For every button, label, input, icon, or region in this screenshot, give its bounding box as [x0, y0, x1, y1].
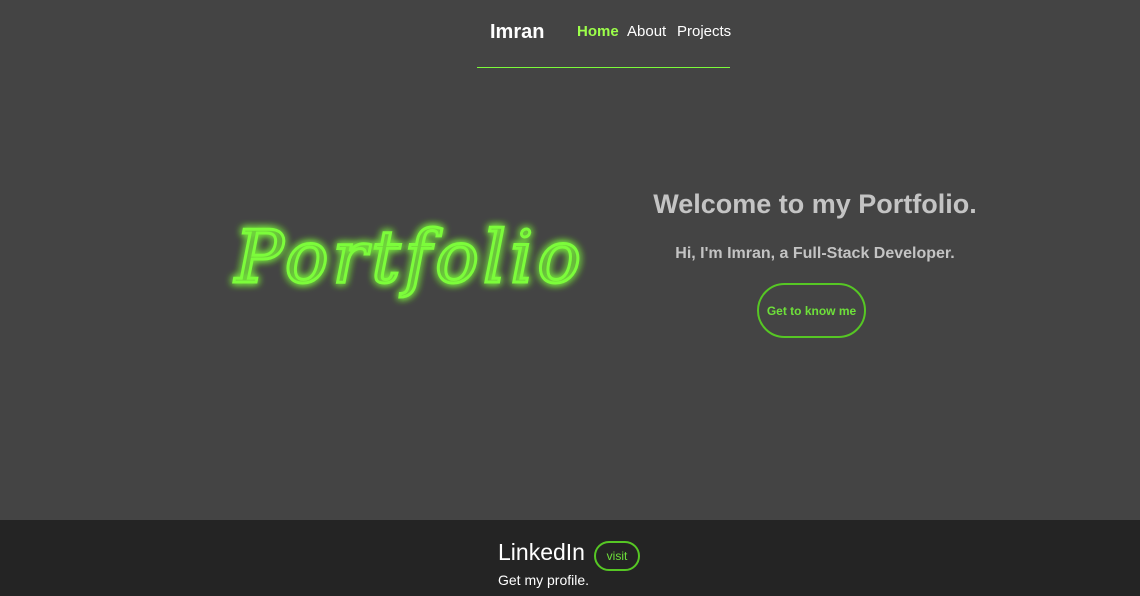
- get-to-know-me-button[interactable]: Get to know me: [757, 283, 866, 338]
- hero-subtitle: Hi, I'm Imran, a Full-Stack Developer.: [675, 245, 955, 262]
- portfolio-logo-graphic: Portfolio: [210, 214, 616, 301]
- linkedin-description: Get my profile.: [498, 572, 590, 588]
- footer: LinkedIn visit Get my profile.: [0, 520, 1140, 596]
- page: Imran Home About Projects Portfolio Welc…: [0, 0, 1140, 596]
- top-nav: Imran Home About Projects: [477, 0, 731, 68]
- logo-text: Portfolio: [233, 215, 585, 299]
- hero-title: Welcome to my Portfolio.: [653, 189, 977, 219]
- nav-link-projects[interactable]: Projects: [677, 23, 731, 40]
- nav-link-about[interactable]: About: [627, 23, 666, 40]
- nav-link-home[interactable]: Home: [577, 23, 619, 40]
- brand-name[interactable]: Imran: [490, 21, 544, 44]
- linkedin-visit-button[interactable]: visit: [594, 541, 640, 571]
- linkedin-title: LinkedIn: [498, 539, 585, 565]
- portfolio-logo: Portfolio: [205, 200, 621, 315]
